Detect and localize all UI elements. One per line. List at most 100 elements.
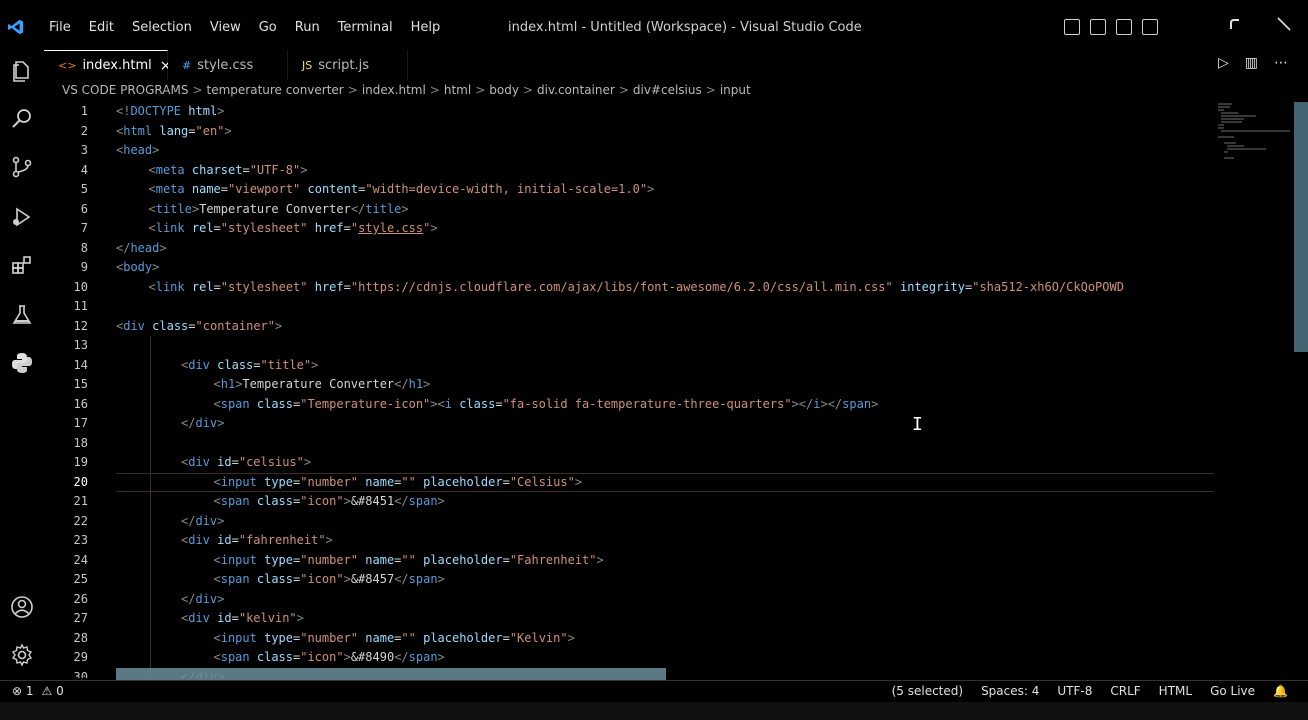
editor-tabs: <> index.html × # style.css JS script.js [44,50,1308,80]
account-icon[interactable] [9,594,35,620]
status-item[interactable]: UTF-8 [1057,684,1092,698]
menu-item-help[interactable]: Help [402,18,450,37]
code-text: <link rel="stylesheet" href="style.css"> [148,221,438,235]
code-line[interactable]: 3 <head> [44,141,1214,161]
code-line[interactable]: 21 <span class="icon">&#8451</span> [44,492,1214,512]
code-line[interactable]: 16 <span class="Temperature-icon"><i clas… [44,395,1214,415]
customize-layout-icon[interactable] [1142,19,1158,35]
breadcrumb-item[interactable]: VS CODE PROGRAMS [62,83,188,101]
status-item[interactable]: Go Live [1210,684,1255,698]
code-text: <span class="Temperature-icon"><i class=… [213,396,879,411]
code-line[interactable]: 10 <link rel="stylesheet" href="https://c… [44,278,1214,298]
code-line[interactable]: 5 <meta name="viewport" content="width=de… [44,180,1214,200]
code-line[interactable]: 24 <input type="number" name="" placehold… [44,551,1214,571]
run-file-icon[interactable]: ▷ [1218,55,1229,71]
close-window-icon[interactable] [1276,16,1292,36]
breadcrumb-item[interactable]: body [489,83,519,101]
minimap[interactable] [1216,102,1294,162]
code-line[interactable]: 18 [44,434,1214,454]
python-icon[interactable] [9,350,35,376]
code-line[interactable]: 14 <div class="title"> [44,356,1214,376]
code-line[interactable]: 23 <div id="fahrenheit"> [44,531,1214,551]
code-line[interactable]: 27 <div id="kelvin"> [44,609,1214,629]
menu-item-go[interactable]: Go [250,18,286,37]
search-icon[interactable] [9,106,35,132]
menu-item-view[interactable]: View [201,18,250,37]
menu-item-terminal[interactable]: Terminal [329,18,402,37]
horizontal-scrollbar[interactable] [116,668,666,680]
restore-window-icon[interactable] [1228,16,1242,35]
code-text: <meta name="viewport" content="width=dev… [148,182,655,196]
breadcrumb-item[interactable]: input [720,83,751,101]
tab-index-html[interactable]: <> index.html × [44,50,171,80]
breadcrumb-item[interactable]: temperature converter [207,83,344,101]
run-debug-icon[interactable] [9,204,35,230]
code-line[interactable]: 9 <body> [44,258,1214,278]
line-number: 16 [73,396,88,411]
extensions-icon[interactable] [9,252,35,278]
line-number: 11 [73,299,88,313]
line-number: 25 [73,572,88,586]
status-item[interactable]: CRLF [1110,684,1140,698]
status-item[interactable]: HTML [1159,684,1192,698]
split-editor-icon[interactable]: ▥ [1245,55,1258,71]
code-line[interactable]: 28 <input type="number" name="" placehold… [44,629,1214,649]
code-line[interactable]: 20 <input type="number" name="" placehold… [44,473,1214,493]
code-editor[interactable]: 1 <!DOCTYPE html> 2 <html lang="en"> 3 <head>… [44,102,1214,678]
code-line[interactable]: 8 </head> [44,239,1214,259]
toggle-primary-sidebar-icon[interactable] [1064,19,1080,35]
more-actions-icon[interactable]: ⋯ [1274,55,1288,71]
code-line[interactable]: 12 <div class="container"> [44,317,1214,337]
status-item[interactable]: (5 selected) [892,684,963,698]
breadcrumb-item[interactable]: index.html [362,83,426,101]
menu-item-selection[interactable]: Selection [123,18,201,37]
code-line[interactable]: 6 <title>Temperature Converter</title> [44,200,1214,220]
code-line[interactable]: 26 </div> [44,590,1214,610]
code-line[interactable]: 15 <h1>Temperature Converter</h1> [44,375,1214,395]
code-line[interactable]: 1 <!DOCTYPE html> [44,102,1214,122]
code-text: <body> [116,260,160,274]
line-number: 23 [73,533,88,547]
settings-gear-icon[interactable] [9,642,35,668]
line-number: 6 [80,201,88,216]
breadcrumb-item[interactable]: div#celsius [633,83,702,101]
code-line[interactable]: 19 <div id="celsius"> [44,453,1214,473]
code-line[interactable]: 11 [44,297,1214,317]
breadcrumb-separator: > [475,83,486,97]
tab-style-css[interactable]: # style.css [168,50,288,80]
vertical-scrollbar[interactable] [1294,102,1308,352]
code-text: <link rel="stylesheet" href="https://cdn… [148,279,1124,294]
menu-item-run[interactable]: Run [286,18,329,37]
code-text: <div class="title"> [181,357,319,372]
code-line[interactable]: 2 <html lang="en"> [44,122,1214,142]
code-line[interactable]: 22 </div> [44,512,1214,532]
code-text: <input type="number" name="" placeholder… [213,474,583,489]
status-item[interactable]: 🔔 [1273,684,1288,698]
line-number: 15 [73,377,88,391]
tab-script-js[interactable]: JS script.js [288,50,408,80]
source-control-icon[interactable] [9,154,35,180]
code-line[interactable]: 25 <span class="icon">&#8457</span> [44,570,1214,590]
code-text: <input type="number" name="" placeholder… [213,630,575,645]
code-text: <!DOCTYPE html> [116,104,225,118]
status-left: ⊗ 1 ⚠ 0 [12,684,64,698]
breadcrumb-item[interactable]: div.container [537,83,615,101]
code-line[interactable]: 13 [44,336,1214,356]
toggle-panel-icon[interactable] [1090,19,1106,35]
code-line[interactable]: 7 <link rel="stylesheet" href="style.css"… [44,219,1214,239]
code-line[interactable]: 4 <meta charset="UTF-8"> [44,161,1214,181]
explorer-icon[interactable] [9,58,35,84]
status-problems-item[interactable]: ⊗ 1 [12,684,34,698]
status-item[interactable]: Spaces: 4 [981,684,1039,698]
code-text: <div class="container"> [116,318,283,333]
line-number: 12 [73,318,88,333]
menu-item-file[interactable]: File [40,18,80,37]
code-line[interactable]: 17 </div> [44,414,1214,434]
menu-item-edit[interactable]: Edit [80,18,123,37]
breadcrumb-item[interactable]: html [444,83,471,101]
toggle-secondary-sidebar-icon[interactable] [1116,19,1132,35]
status-problems-item[interactable]: ⚠ 0 [42,684,64,698]
testing-icon[interactable] [9,302,35,328]
code-line[interactable]: 29 <span class="icon">&#8490</span> [44,648,1214,668]
tab-label: style.css [197,57,254,73]
